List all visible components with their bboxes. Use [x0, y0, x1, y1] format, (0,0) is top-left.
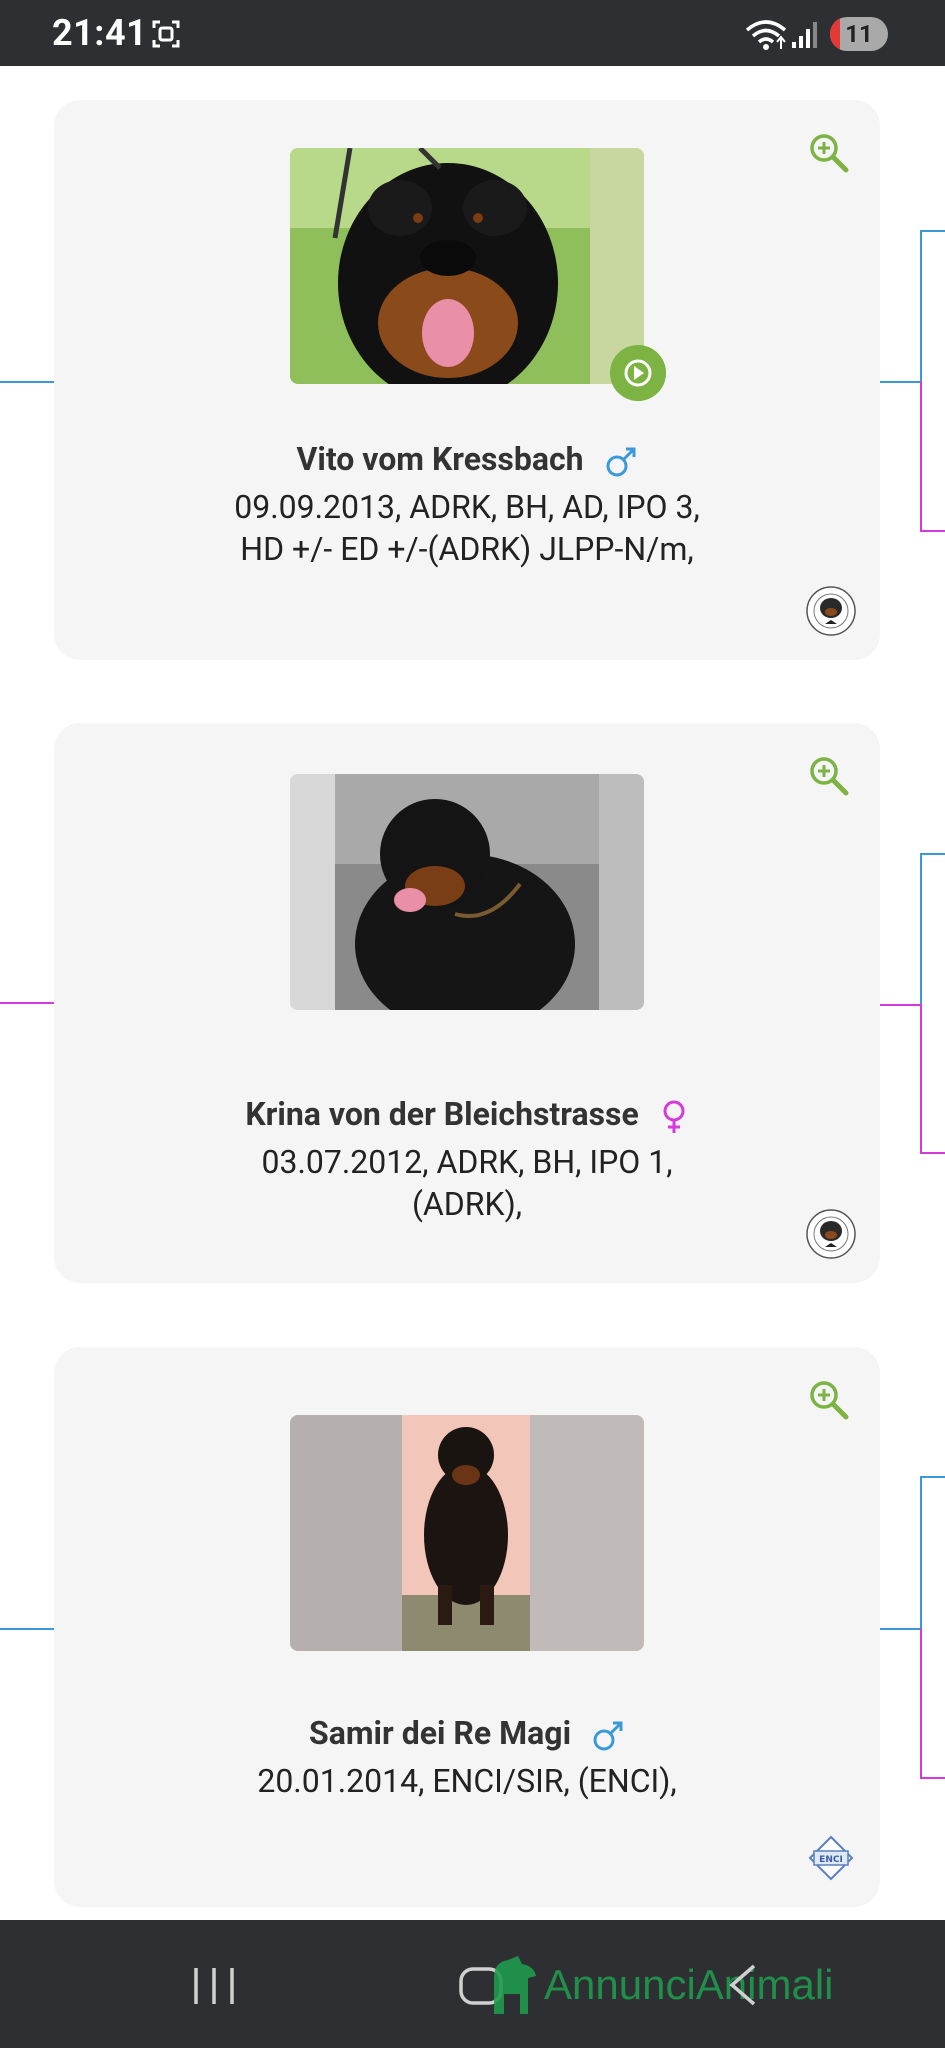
- status-time: 21:41: [52, 12, 148, 54]
- zoom-in-icon[interactable]: [808, 755, 850, 797]
- male-icon: [606, 447, 636, 477]
- dog-name[interactable]: Krina von der Bleichstrasse: [245, 1095, 638, 1133]
- dog-name-row: Vito vom Kressbach: [54, 440, 880, 479]
- enci-logo: ENCI: [808, 1835, 854, 1881]
- wifi-icon: [745, 20, 787, 50]
- dog-name[interactable]: Vito vom Kressbach: [296, 440, 583, 478]
- dog-logo-icon: [494, 1956, 536, 2014]
- pedigree-connector: [920, 1152, 945, 1154]
- pedigree-connector: [880, 381, 922, 383]
- dog-card[interactable]: Krina von der Bleichstrasse 03.07.2012, …: [54, 723, 880, 1283]
- dog-card[interactable]: Vito vom Kressbach 09.09.2013, ADRK, BH,…: [54, 100, 880, 660]
- navigation-bar: AnnunciAnimali: [0, 1920, 945, 2048]
- dog-name-row: Samir dei Re Magi: [54, 1714, 880, 1753]
- screenshot-icon: [152, 20, 180, 48]
- recent-apps-button[interactable]: [192, 1966, 236, 2006]
- dog-photo[interactable]: [290, 1415, 644, 1651]
- back-button[interactable]: [724, 1962, 760, 2008]
- zoom-in-icon[interactable]: [808, 132, 850, 174]
- pedigree-connector: [920, 530, 945, 532]
- play-video-button[interactable]: [610, 345, 666, 401]
- dog-details: 20.01.2014, ENCI/SIR, (ENCI),: [257, 1762, 677, 1800]
- pedigree-connector: [920, 1004, 945, 1153]
- dog-name[interactable]: Samir dei Re Magi: [309, 1714, 571, 1752]
- zoom-in-icon[interactable]: [808, 1379, 850, 1421]
- pedigree-connector: [920, 230, 945, 381]
- signal-icon: [792, 22, 817, 48]
- battery-icon: 11: [830, 17, 888, 51]
- male-icon: [593, 1721, 623, 1751]
- dog-details: 03.07.2012, ADRK, BH, IPO 1, (ADRK),: [261, 1143, 673, 1223]
- dog-details: 09.09.2013, ADRK, BH, AD, IPO 3, HD +/- …: [234, 488, 700, 568]
- pedigree-connector: [920, 1777, 945, 1779]
- adrk-logo: [806, 586, 856, 636]
- pedigree-connector: [0, 1628, 54, 1630]
- pedigree-connector: [0, 1002, 54, 1004]
- pedigree-connector: [880, 1628, 922, 1630]
- annuncianimali-watermark: AnnunciAnimali: [488, 1950, 834, 2020]
- pedigree-connector: [920, 381, 945, 531]
- female-icon: [663, 1100, 685, 1133]
- pedigree-view[interactable]: Vito vom Kressbach 09.09.2013, ADRK, BH,…: [0, 66, 945, 1920]
- pedigree-connector: [0, 381, 54, 383]
- pedigree-connector: [920, 1628, 945, 1778]
- adrk-logo: [806, 1209, 856, 1259]
- pedigree-connector: [920, 853, 945, 1004]
- pedigree-connector: [920, 1476, 945, 1628]
- battery-level: 11: [845, 20, 873, 48]
- status-bar: 21:41 11: [0, 0, 945, 66]
- pedigree-connector: [880, 1004, 922, 1006]
- dog-photo[interactable]: [290, 148, 644, 384]
- dog-card[interactable]: Samir dei Re Magi 20.01.2014, ENCI/SIR, …: [54, 1347, 880, 1907]
- watermark-text: AnnunciAnimali: [544, 1961, 834, 2008]
- dog-name-row: Krina von der Bleichstrasse: [54, 1095, 880, 1135]
- dog-photo[interactable]: [290, 774, 644, 1010]
- svg-text:ENCI: ENCI: [819, 1855, 843, 1865]
